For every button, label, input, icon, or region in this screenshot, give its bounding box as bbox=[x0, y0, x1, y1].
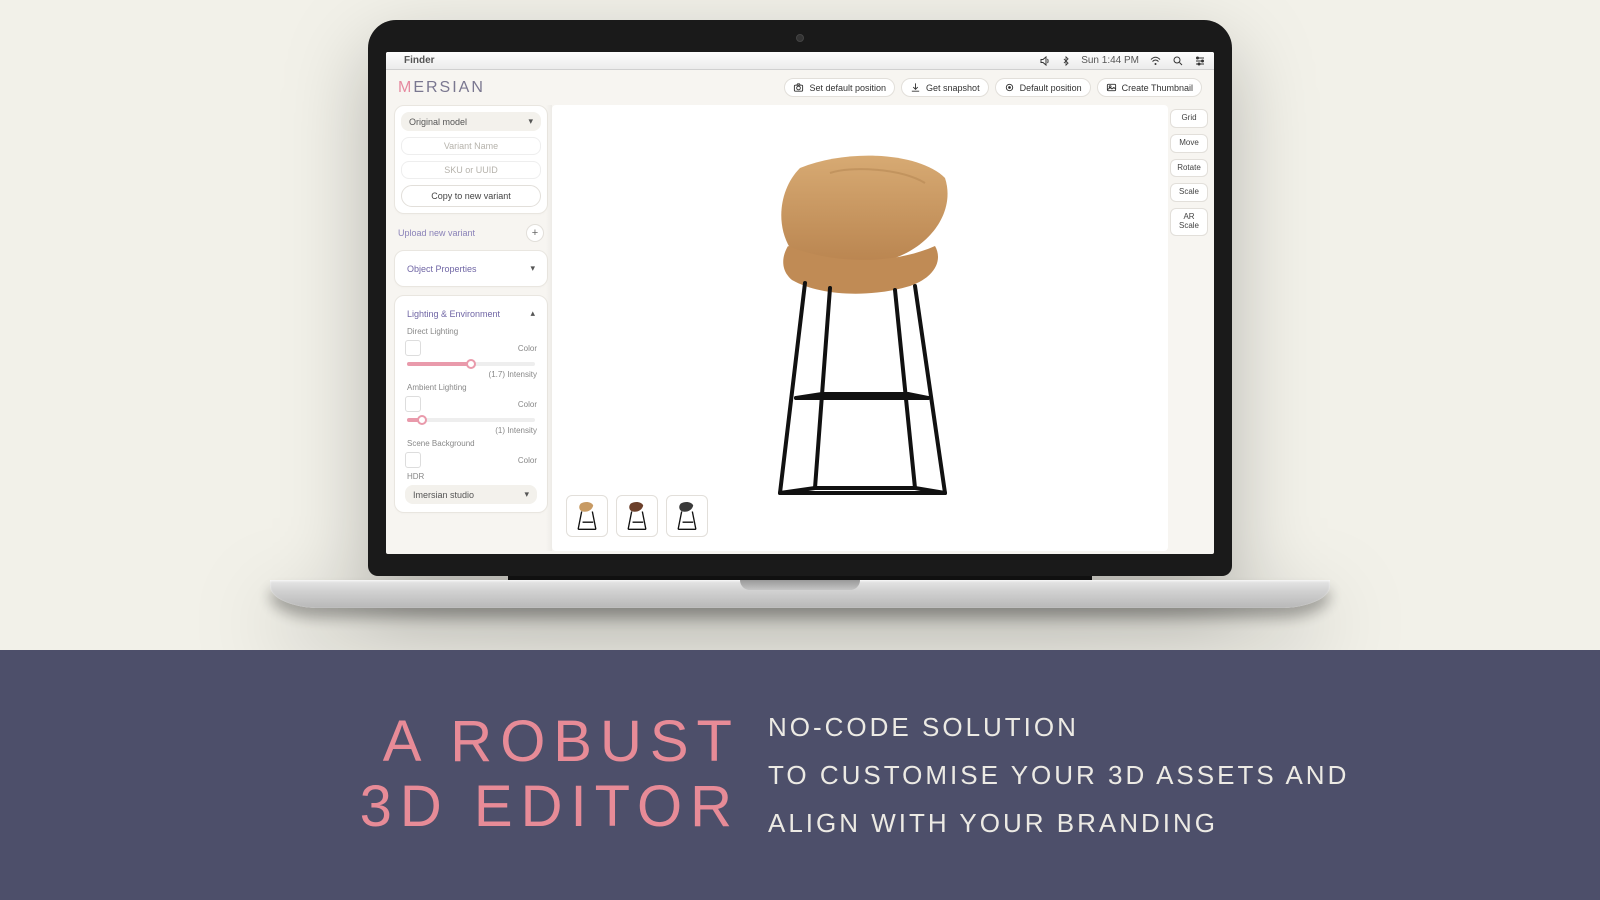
add-variant-button[interactable]: + bbox=[526, 224, 544, 242]
upload-variant-row: Upload new variant + bbox=[394, 222, 548, 250]
create-thumbnail-button[interactable]: Create Thumbnail bbox=[1097, 78, 1202, 97]
tool-move[interactable]: Move bbox=[1170, 134, 1208, 153]
lighting-section-header[interactable]: Lighting & Environment ▴ bbox=[405, 304, 537, 323]
tool-scale[interactable]: Scale bbox=[1170, 183, 1208, 202]
macos-menubar: Finder Sun 1:44 PM bbox=[386, 52, 1214, 70]
get-snapshot-label: Get snapshot bbox=[926, 83, 980, 93]
chevron-down-icon: ▾ bbox=[524, 489, 529, 500]
variant-select[interactable]: Original model ▾ bbox=[401, 112, 541, 131]
chevron-down-icon: ▾ bbox=[528, 116, 533, 127]
model-preview bbox=[710, 138, 1010, 518]
spotlight-icon[interactable] bbox=[1172, 55, 1184, 67]
ambient-color-label: Color bbox=[518, 400, 537, 409]
thumbnail-variant-brown[interactable] bbox=[616, 495, 658, 537]
laptop-notch bbox=[740, 580, 860, 590]
hdr-select[interactable]: Imersian studio ▾ bbox=[405, 485, 537, 504]
object-properties-section[interactable]: Object Properties ▾ bbox=[394, 250, 548, 287]
promo-banner: A ROBUST 3D EDITOR NO-CODE SOLUTION TO C… bbox=[0, 650, 1600, 900]
ambient-intensity-value: (1) Intensity bbox=[495, 426, 537, 435]
app-header: MERSIAN Set default position Get snapsho… bbox=[386, 70, 1214, 105]
banner-line-3: ALIGN WITH YOUR BRANDING bbox=[768, 799, 1349, 847]
brand-logo-accent: M bbox=[398, 79, 413, 96]
direct-color-label: Color bbox=[518, 344, 537, 353]
laptop-base bbox=[270, 580, 1330, 608]
sku-input[interactable]: SKU or UUID bbox=[401, 161, 541, 179]
control-center-icon[interactable] bbox=[1194, 55, 1206, 67]
active-app-name[interactable]: Finder bbox=[404, 55, 435, 66]
app-screen: Finder Sun 1:44 PM bbox=[386, 52, 1214, 554]
ambient-intensity-slider[interactable] bbox=[407, 418, 535, 422]
scene-bg-label: Scene Background bbox=[407, 439, 537, 448]
brand-logo-rest: ERSIAN bbox=[413, 79, 485, 96]
copy-variant-button[interactable]: Copy to new variant bbox=[401, 185, 541, 207]
chevron-down-icon: ▾ bbox=[530, 263, 535, 274]
default-position-label: Default position bbox=[1020, 83, 1082, 93]
create-thumbnail-label: Create Thumbnail bbox=[1122, 83, 1193, 93]
default-position-button[interactable]: Default position bbox=[995, 78, 1091, 97]
object-properties-label: Object Properties bbox=[407, 264, 477, 274]
variant-thumbnails bbox=[566, 495, 708, 537]
menubar-clock[interactable]: Sun 1:44 PM bbox=[1081, 55, 1139, 66]
hdr-label: HDR bbox=[407, 472, 537, 481]
bluetooth-icon[interactable] bbox=[1061, 55, 1071, 67]
set-default-position-label: Set default position bbox=[809, 83, 886, 93]
header-actions: Set default position Get snapshot Defaul… bbox=[784, 78, 1202, 97]
sidebar: Original model ▾ Variant Name SKU or UUI… bbox=[386, 105, 552, 551]
thumbnail-variant-black[interactable] bbox=[666, 495, 708, 537]
get-snapshot-button[interactable]: Get snapshot bbox=[901, 78, 989, 97]
volume-icon[interactable] bbox=[1039, 55, 1051, 67]
wifi-icon[interactable] bbox=[1149, 55, 1162, 67]
camera-icon bbox=[793, 82, 804, 93]
banner-headline: A ROBUST 3D EDITOR bbox=[0, 710, 740, 840]
viewport-3d[interactable] bbox=[552, 105, 1168, 551]
banner-headline-1: A ROBUST bbox=[0, 710, 740, 775]
laptop-camera bbox=[796, 34, 804, 42]
direct-lighting-label: Direct Lighting bbox=[407, 327, 537, 336]
target-icon bbox=[1004, 82, 1015, 93]
app-main: Original model ▾ Variant Name SKU or UUI… bbox=[386, 105, 1214, 551]
thumbnail-variant-tan[interactable] bbox=[566, 495, 608, 537]
scene-bg-color-label: Color bbox=[518, 456, 537, 465]
variant-select-value: Original model bbox=[409, 117, 467, 127]
direct-color-swatch[interactable] bbox=[405, 340, 421, 356]
direct-intensity-value: (1.7) Intensity bbox=[489, 370, 537, 379]
image-icon bbox=[1106, 82, 1117, 93]
brand-logo[interactable]: MERSIAN bbox=[398, 79, 485, 97]
upload-variant-label: Upload new variant bbox=[398, 228, 475, 238]
set-default-position-button[interactable]: Set default position bbox=[784, 78, 895, 97]
ambient-color-swatch[interactable] bbox=[405, 396, 421, 412]
variant-name-input[interactable]: Variant Name bbox=[401, 137, 541, 155]
laptop-mockup: Finder Sun 1:44 PM bbox=[368, 20, 1232, 608]
laptop-bezel: Finder Sun 1:44 PM bbox=[368, 20, 1232, 576]
chevron-up-icon: ▴ bbox=[530, 308, 535, 319]
direct-intensity-slider[interactable] bbox=[407, 362, 535, 366]
banner-subtext: NO-CODE SOLUTION TO CUSTOMISE YOUR 3D AS… bbox=[768, 703, 1349, 847]
banner-line-2: TO CUSTOMISE YOUR 3D ASSETS AND bbox=[768, 751, 1349, 799]
transform-toolbox: Grid Move Rotate Scale AR Scale bbox=[1170, 105, 1214, 551]
tool-rotate[interactable]: Rotate bbox=[1170, 159, 1208, 178]
lighting-title: Lighting & Environment bbox=[407, 309, 500, 319]
ambient-lighting-label: Ambient Lighting bbox=[407, 383, 537, 392]
lighting-section: Lighting & Environment ▴ Direct Lighting… bbox=[394, 295, 548, 513]
hdr-select-value: Imersian studio bbox=[413, 490, 474, 500]
banner-headline-2: 3D EDITOR bbox=[0, 775, 740, 840]
variant-card: Original model ▾ Variant Name SKU or UUI… bbox=[394, 105, 548, 214]
tool-ar-scale[interactable]: AR Scale bbox=[1170, 208, 1208, 236]
download-icon bbox=[910, 82, 921, 93]
banner-line-1: NO-CODE SOLUTION bbox=[768, 703, 1349, 751]
tool-grid[interactable]: Grid bbox=[1170, 109, 1208, 128]
scene-bg-swatch[interactable] bbox=[405, 452, 421, 468]
